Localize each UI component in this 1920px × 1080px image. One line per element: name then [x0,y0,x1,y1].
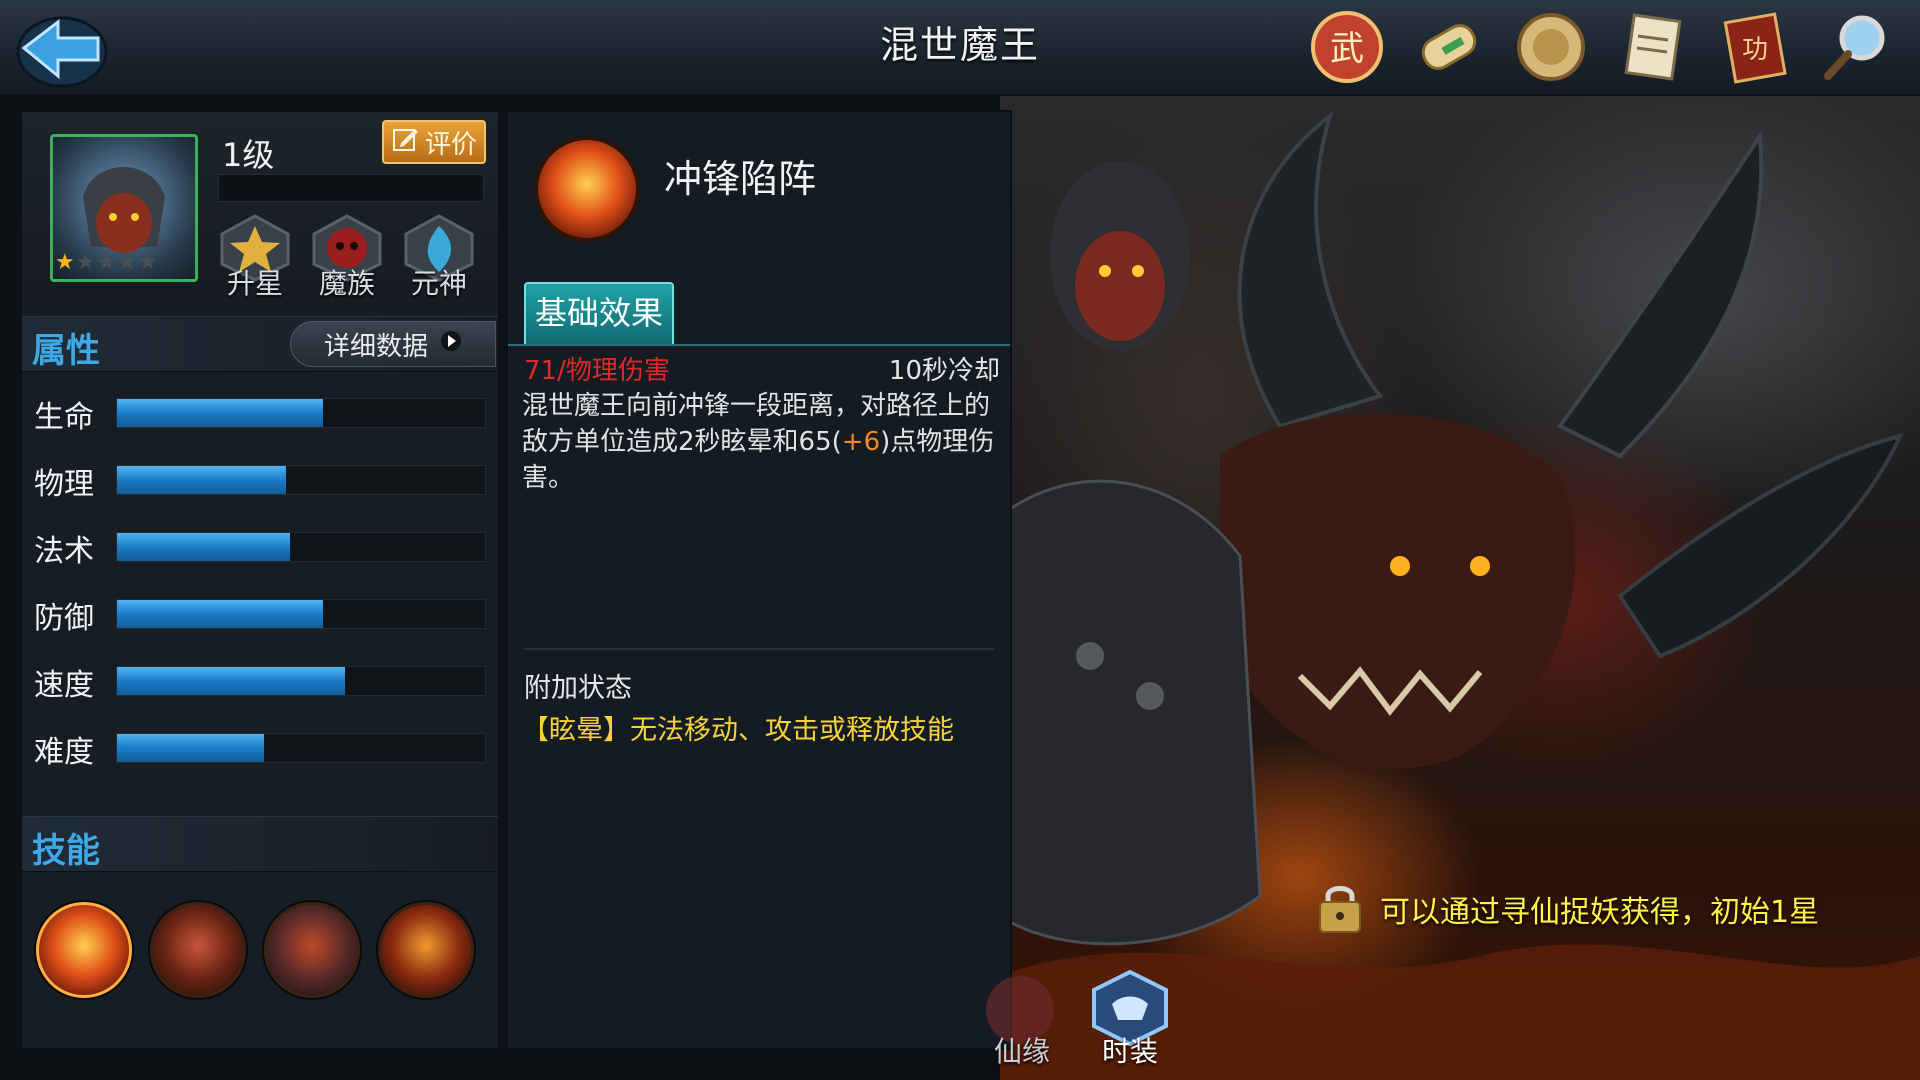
document-button[interactable] [1612,6,1694,88]
upgrade-star-label: 升星 [226,267,283,300]
skill-demon-face-icon[interactable] [150,902,246,998]
upgrade-star-button[interactable]: 升星 [214,212,296,304]
stat-label: 法术 [34,534,94,569]
stat-bar [116,465,486,495]
document-icon [1624,13,1682,81]
stat-label: 防御 [34,601,94,636]
stat-bar [116,398,486,428]
skill-fire-beast-icon[interactable] [378,902,474,998]
spirit-label: 元神 [410,267,467,300]
tab-costume[interactable]: 时装 [1102,1030,1158,1070]
skill-name: 冲锋陷阵 [664,157,817,201]
stat-bar [116,532,486,562]
battle-seal-icon: 武 [1311,11,1383,83]
play-arrow-icon [440,329,462,359]
section-divider [524,648,994,650]
stat-bar-fill [117,399,324,427]
detail-data-button[interactable]: 详细数据 [290,321,496,367]
rate-label: 评价 [424,129,477,160]
top-toolbar: 武 功 [1306,6,1898,88]
stat-row: 防御 [22,583,498,650]
back-button[interactable] [14,8,110,88]
tab-underline [508,344,1010,346]
extra-status-title: 附加状态 [524,673,632,704]
attributes-header: 属性 详细数据 [22,316,498,372]
star-rating: ★★★★★ [55,250,159,275]
stat-row: 法术 [22,516,498,583]
tab-fate[interactable]: 仙缘 [994,1030,1050,1070]
bottom-tab-bar: 仙缘 时装 [860,960,1200,1080]
skill-detail-header: 冲锋陷阵 [508,112,1010,282]
magnifier-button[interactable] [1816,6,1898,88]
stat-label: 物理 [34,467,94,502]
stat-bar-fill [117,600,324,628]
hero-portrait[interactable]: ★★★★★ [50,134,198,282]
book-button[interactable]: 功 [1714,6,1796,88]
svg-text:功: 功 [1742,35,1768,65]
demon-race-button[interactable]: 魔族 [306,212,388,304]
attributes-title: 属性 [32,331,100,371]
star-filled-icon: ★ [55,250,76,275]
stat-bar-fill [117,466,287,494]
stat-label: 生命 [34,400,94,435]
rate-button[interactable]: 评价 [382,120,486,164]
detail-data-label: 详细数据 [323,331,428,362]
skill-horned-mask-icon[interactable] [264,902,360,998]
spirit-button[interactable]: 元神 [398,212,480,304]
stat-bar-fill [117,734,265,762]
skill-detail-panel: 冲锋陷阵 基础效果 71/物理伤害 10秒冷却 混世魔王向前冲锋一段距离，对路径… [506,110,1012,1050]
magnifier-icon [1824,15,1885,80]
stat-bar [116,733,486,763]
stat-bar-fill [117,667,346,695]
stat-label: 速度 [34,668,94,703]
page-title: 混世魔王 [879,23,1040,67]
top-bar: 混世魔王 武 功 [0,0,1920,96]
selected-skill-icon [534,136,640,242]
lock-icon [1316,880,1364,938]
skills-title: 技能 [32,831,100,871]
skill-description-bonus: +6 [841,427,881,457]
skill-damage: 71/物理伤害 [524,356,670,386]
battle-seal-button[interactable]: 武 [1306,6,1388,88]
skill-charge-icon[interactable] [36,902,132,998]
unlock-text: 可以通过寻仙捉妖获得，初始1星 [1380,895,1820,930]
hero-level: 1级 [222,136,275,174]
unlock-hint: 可以通过寻仙捉妖获得，初始1星 [1316,880,1819,938]
coin-badge-button[interactable] [1510,6,1592,88]
edit-icon [391,125,419,160]
skill-description: 混世魔王向前冲锋一段距离，对路径上的敌方单位造成2秒眩晕和65(+6)点物理伤害… [522,388,1002,496]
demon-race-label: 魔族 [318,267,375,300]
skill-cooldown: 10秒冷却 [888,356,1000,386]
extra-status-text: 【眩晕】无法移动、攻击或释放技能 [522,715,954,746]
level-progress-bar [218,174,484,202]
svg-text:武: 武 [1330,29,1364,69]
stat-label: 难度 [34,735,94,770]
stat-bar [116,666,486,696]
stat-bar-fill [117,533,290,561]
stat-row: 生命 [22,382,498,449]
tab-basic-effect[interactable]: 基础效果 [524,282,674,344]
stat-row: 物理 [22,449,498,516]
stat-row: 难度 [22,717,498,784]
skills-header: 技能 [22,816,498,872]
stat-row: 速度 [22,650,498,717]
coin-badge-icon [1517,13,1585,81]
star-empty-icon: ★★★★ [75,250,159,275]
stat-list: 生命 物理 法术 防御 速度 难度 [22,382,498,784]
back-arrow-icon [16,16,108,88]
scroll-button[interactable] [1408,6,1490,88]
scroll-icon [1421,24,1477,70]
book-icon: 功 [1723,12,1787,84]
skill-list [36,902,474,998]
hero-info-panel: ★★★★★ 1级 评价 升星 魔族 元神 属性 详细数据 生命 物理 法术 防御… [20,110,500,1050]
stat-bar [116,599,486,629]
hero-card: ★★★★★ 1级 评价 升星 魔族 元神 [22,112,498,312]
